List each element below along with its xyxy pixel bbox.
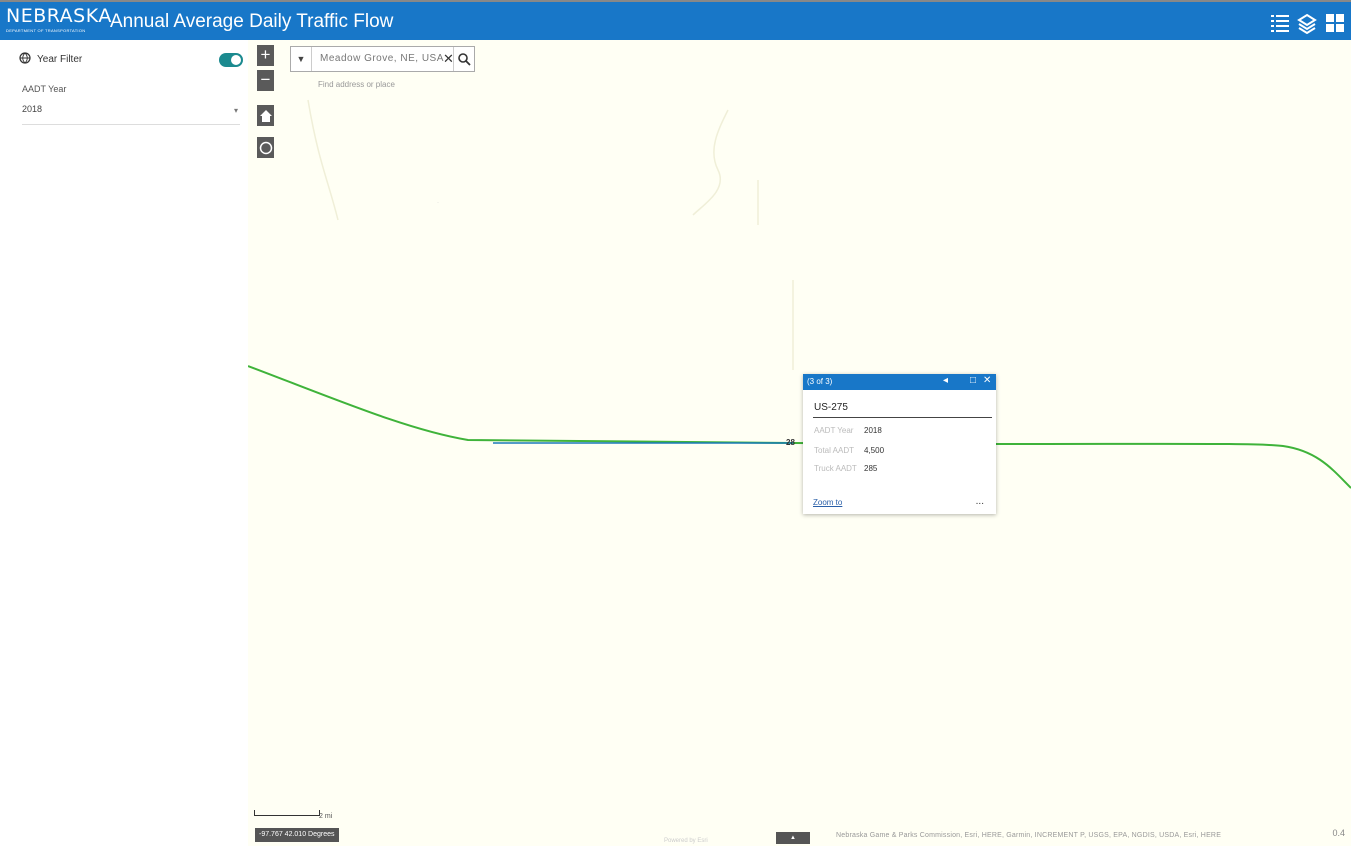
footer-zoom-level: 0.4 — [1332, 828, 1345, 838]
popup-row-label: AADT Year — [814, 426, 854, 435]
zoom-in-button[interactable]: + — [257, 45, 274, 66]
search-button[interactable] — [453, 47, 474, 71]
search-hint: Find address or place — [318, 80, 395, 89]
aadt-year-value: 2018 — [22, 104, 43, 114]
map-canvas — [248, 99, 1351, 489]
filter-globe-icon — [19, 52, 31, 67]
powered-by: Powered by Esri — [664, 838, 708, 844]
home-icon — [259, 110, 272, 122]
zoom-to-link[interactable]: Zoom to — [813, 498, 842, 507]
app-header: NEBRASKA DEPARTMENT OF TRANSPORTATION An… — [0, 0, 1351, 40]
home-button[interactable] — [257, 105, 274, 126]
popup-row: Total AADT 4,500 — [814, 446, 884, 455]
zoom-out-button[interactable]: − — [257, 70, 274, 91]
popup-row: Truck AADT 285 — [814, 464, 877, 473]
attribution-toggle[interactable]: ▲ — [776, 832, 810, 844]
legend-list-icon[interactable] — [1269, 12, 1291, 34]
popup-row-label: Truck AADT — [814, 464, 857, 473]
road-label: 28 — [786, 438, 795, 447]
popup-row-value: 2018 — [864, 426, 882, 435]
previous-feature-icon[interactable]: ◂ — [943, 375, 948, 386]
popup-row: AADT Year 2018 — [814, 426, 882, 435]
popup-counter: (3 of 3) — [807, 377, 833, 386]
scale-label: 2 mi — [319, 813, 333, 820]
map-attribution: Nebraska Game & Parks Commission, Esri, … — [836, 832, 1222, 839]
map-tick: · — [437, 200, 439, 206]
close-popup-icon[interactable]: ✕ — [983, 375, 991, 386]
route-us-275[interactable] — [248, 365, 1351, 489]
filter-panel — [0, 40, 248, 846]
aadt-year-select[interactable]: 2018 ▾ — [22, 104, 240, 125]
logo-text: NEBRASKA — [6, 5, 112, 27]
popup-row-label: Total AADT — [814, 446, 855, 455]
feature-popup: (3 of 3) ◂ □ ✕ US-275 AADT Year 2018 Tot… — [803, 374, 996, 514]
year-filter-header: Year Filter — [19, 52, 82, 67]
logo-subtext: DEPARTMENT OF TRANSPORTATION — [6, 28, 86, 33]
nebraska-dot-logo: NEBRASKA DEPARTMENT OF TRANSPORTATION — [6, 5, 112, 33]
popup-row-value: 4,500 — [864, 446, 885, 455]
more-actions-button[interactable]: ... — [976, 496, 984, 507]
popup-header: (3 of 3) ◂ □ ✕ — [803, 374, 996, 390]
aadt-year-label: AADT Year — [22, 84, 67, 94]
popup-title: US-275 — [814, 402, 848, 413]
search-icon — [458, 53, 471, 66]
grid-apps-icon[interactable] — [1324, 12, 1346, 34]
year-filter-toggle[interactable] — [219, 53, 243, 67]
search-input[interactable]: Meadow Grove, NE, USA — [320, 53, 444, 64]
layers-icon[interactable] — [1296, 12, 1318, 35]
year-filter-title: Year Filter — [37, 54, 83, 65]
popup-divider — [813, 417, 992, 418]
app-title: Annual Average Daily Traffic Flow — [110, 11, 394, 32]
scale-bar — [254, 810, 320, 816]
dock-popup-icon[interactable]: □ — [970, 375, 976, 386]
locate-button[interactable] — [257, 137, 274, 158]
popup-row-value: 285 — [864, 464, 878, 473]
chevron-down-icon: ▾ — [233, 106, 238, 115]
search-widget[interactable]: ▼ Meadow Grove, NE, USA ✕ — [290, 46, 475, 72]
map-view[interactable] — [248, 40, 1351, 846]
search-source-dropdown[interactable]: ▼ — [291, 47, 312, 71]
locate-icon — [259, 141, 272, 155]
coordinate-readout: -97.767 42.010 Degrees — [255, 828, 339, 842]
